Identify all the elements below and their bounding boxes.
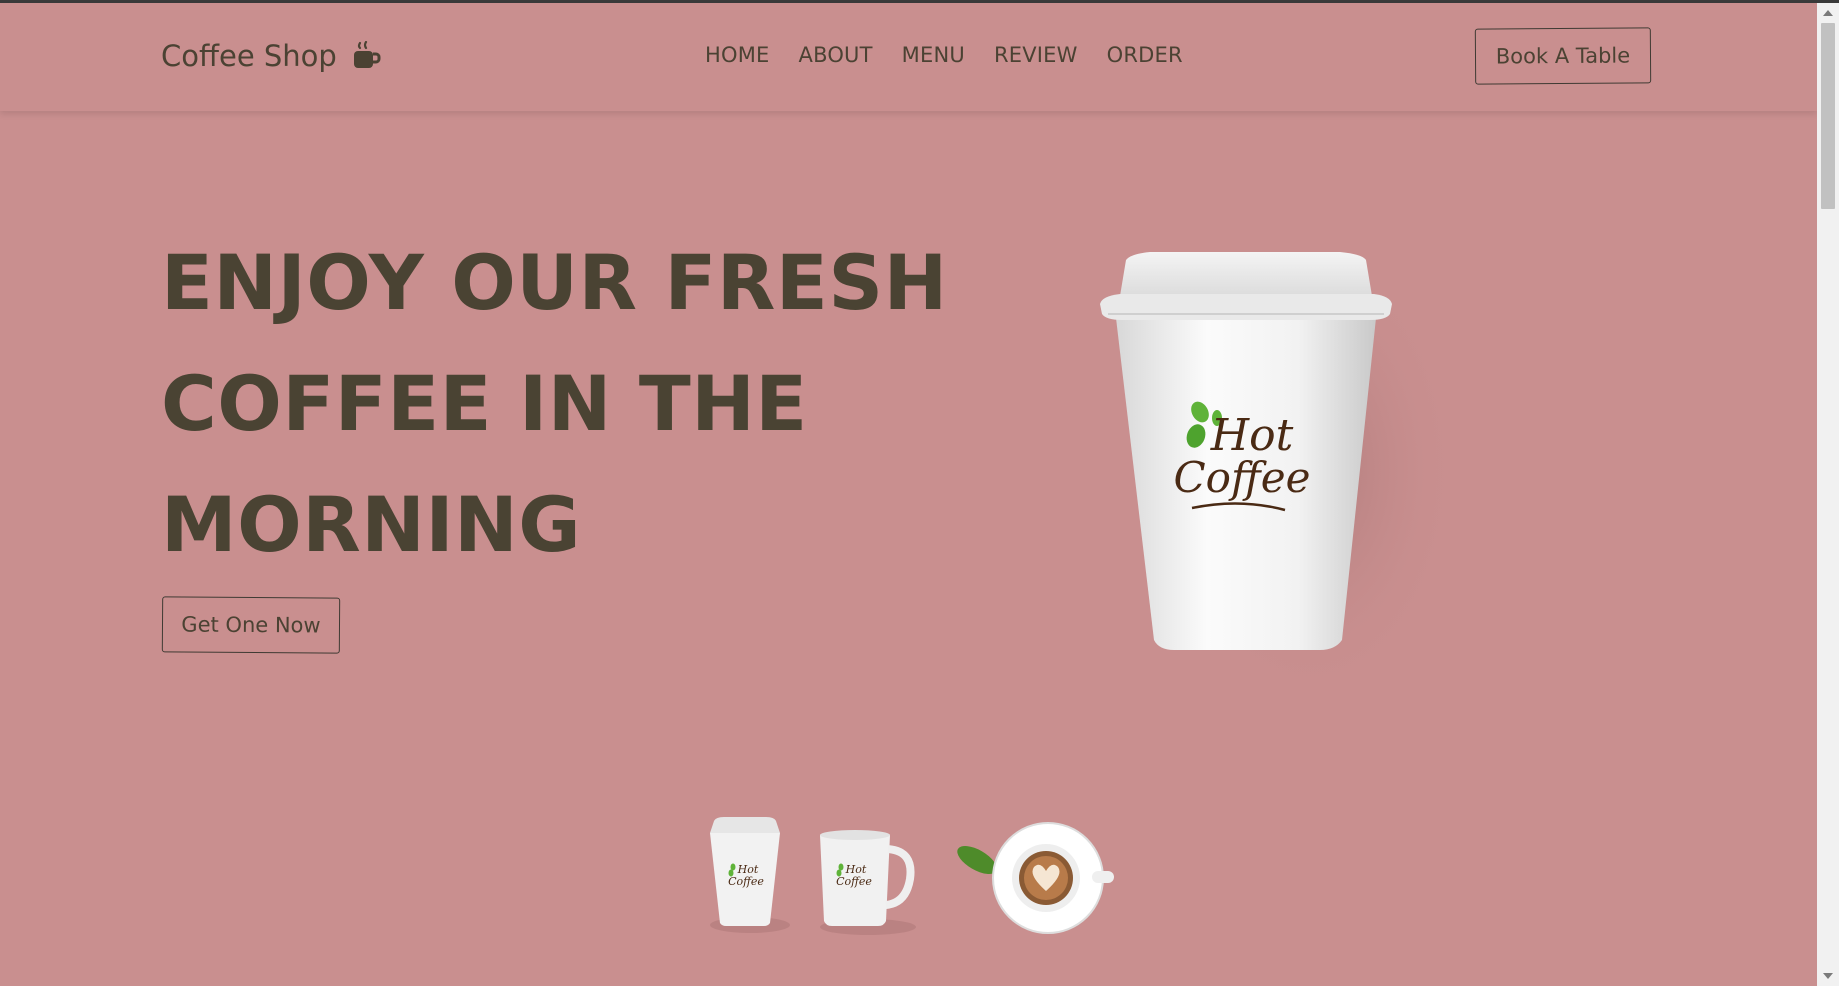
hero-title-line: MORNING xyxy=(161,480,582,569)
hero-title-line: COFFEE IN THE xyxy=(161,359,808,448)
svg-text:Coffee: Coffee xyxy=(728,875,764,888)
get-one-now-button[interactable]: Get One Now xyxy=(161,596,341,654)
scroll-down-arrow-icon[interactable] xyxy=(1823,973,1833,979)
nav-review[interactable]: REVIEW xyxy=(994,43,1078,67)
nav-home[interactable]: HOME xyxy=(705,43,770,67)
scrollbar-thumb[interactable] xyxy=(1821,23,1835,209)
main-nav: HOME ABOUT MENU REVIEW ORDER xyxy=(705,43,1212,67)
coffee-mug-icon[interactable]: Hot Coffee xyxy=(820,830,916,935)
hero-title-line: ENJOY OUR FRESH xyxy=(161,238,948,327)
svg-text:Coffee: Coffee xyxy=(836,875,872,888)
nav-menu[interactable]: MENU xyxy=(902,43,965,67)
hero-title: ENJOY OUR FRESH COFFEE IN THE MORNING xyxy=(161,222,981,585)
cup-logo-line2: Coffee xyxy=(1174,453,1311,502)
brand-logo[interactable]: Coffee Shop xyxy=(161,39,381,73)
coffee-mug-icon xyxy=(351,40,381,71)
site-header: Coffee Shop HOME ABOUT MENU REVIEW ORDER… xyxy=(0,3,1817,111)
brand-name: Coffee Shop xyxy=(161,39,337,73)
nav-order[interactable]: ORDER xyxy=(1107,43,1183,67)
page-scrollbar[interactable] xyxy=(1817,3,1839,986)
scroll-up-arrow-icon[interactable] xyxy=(1823,10,1833,16)
latte-cup-icon[interactable] xyxy=(953,822,1114,934)
nav-about[interactable]: ABOUT xyxy=(799,43,873,67)
paper-cup-icon[interactable]: Hot Coffee xyxy=(710,817,790,933)
book-table-button[interactable]: Book A Table xyxy=(1474,27,1652,85)
hero-coffee-cup-image: Hot Coffee xyxy=(1080,240,1460,700)
product-thumbnails: Hot Coffee Hot Coffee xyxy=(700,815,1120,940)
